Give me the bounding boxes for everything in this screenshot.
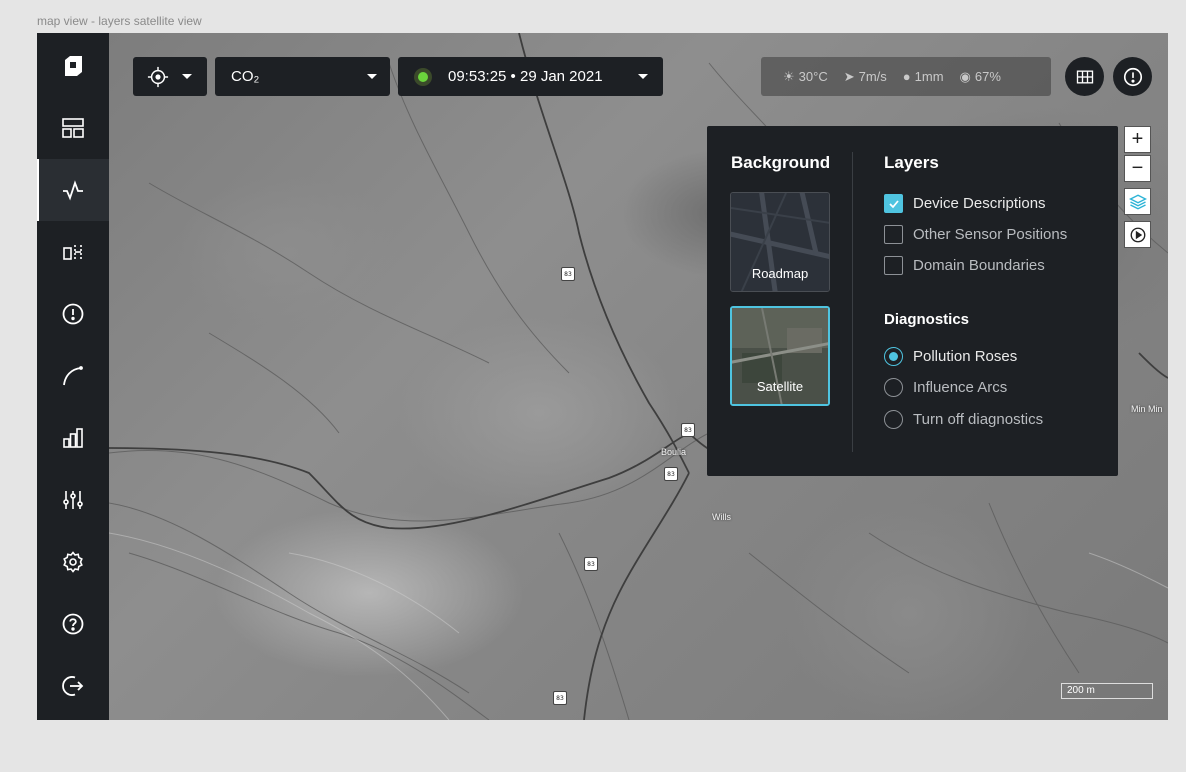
background-label: Satellite [756,379,804,394]
dashboard-icon [62,118,84,138]
scale-bar: 200 m [1061,683,1153,699]
radio-selected[interactable] [884,347,903,366]
sidebar-item-logout[interactable] [37,655,109,717]
weather-rain: ● 1mm [902,69,944,84]
road-shield: 83 [561,267,575,281]
live-indicator-icon [414,67,432,86]
chevron-down-icon [182,74,192,79]
layers-panel: Background Roadmap Satellite Layers Devi… [707,126,1118,476]
diagnostic-label: Pollution Roses [913,348,1018,365]
diagnostic-label: Influence Arcs [913,379,1008,396]
sliders-icon [63,491,83,509]
sidebar-item-alerts[interactable] [37,283,109,345]
drop-icon: ● [902,69,911,84]
layer-label: Domain Boundaries [913,257,1045,274]
background-option-roadmap[interactable]: Roadmap [730,192,830,292]
layers-icon [1128,193,1147,210]
sidebar-item-routes[interactable] [37,345,109,407]
sidebar-item-dashboard[interactable] [37,97,109,159]
diagnostic-option[interactable]: Pollution Roses [884,347,1017,366]
wind-icon: ➤ [843,68,855,84]
layers-button[interactable] [1124,188,1151,215]
alert-circle-icon [1123,67,1142,86]
sidebar-item-help[interactable] [37,593,109,655]
zoom-out-button[interactable]: − [1124,155,1151,182]
gear-icon [63,551,83,573]
alert-icon [62,303,84,325]
pulse-icon [63,180,83,201]
help-icon [62,613,84,635]
road-shield: 83 [664,467,678,481]
sidebar-item-controls[interactable] [37,469,109,531]
sidebar-item-analytics[interactable] [37,407,109,469]
sun-icon: ☀ [783,68,795,84]
frame-label: map view - layers satellite view [37,14,202,28]
place-label: Wills [712,512,731,522]
zoom-in-button[interactable]: + [1124,126,1151,153]
time-select[interactable]: 09:53:25 • 29 Jan 2021 [398,57,663,96]
weather-temperature: ☀ 30°C [783,68,828,85]
weather-humidity: ◉ 67% [959,68,1001,85]
route-icon [63,366,83,386]
check-icon [888,199,899,208]
alerts-button[interactable] [1113,57,1152,96]
pollutant-select[interactable]: CO₂ [215,57,390,96]
place-label: Min Min [1131,404,1163,414]
play-button[interactable] [1124,221,1151,248]
bar-chart-icon [63,428,83,448]
sidebar-item-map[interactable] [37,159,109,221]
sidebar [37,33,109,720]
pollutant-label: CO₂ [231,68,260,85]
logo[interactable] [37,35,109,97]
app-window: 83 83 83 83 83 Boulia Wills Min Min 200 … [37,33,1168,720]
checkbox-checked[interactable] [884,194,903,213]
background-label: Roadmap [751,266,809,281]
diagnostics-title: Diagnostics [884,311,970,328]
logout-icon [62,676,84,696]
sidebar-item-devices[interactable] [37,221,109,283]
layers-title: Layers [884,153,939,172]
place-label: Boulia [661,447,687,457]
road-shield: 83 [584,557,598,571]
logo-icon [65,56,82,76]
layer-label: Device Descriptions [913,195,1046,212]
layer-option[interactable]: Device Descriptions [884,194,1046,213]
grid-view-button[interactable] [1065,57,1104,96]
background-option-satellite[interactable]: Satellite [730,306,830,406]
layer-option[interactable]: Other Sensor Positions [884,225,1067,244]
layer-label: Other Sensor Positions [913,226,1068,243]
layer-option[interactable]: Domain Boundaries [884,256,1045,275]
diagnostic-option[interactable]: Influence Arcs [884,378,1007,397]
chevron-down-icon [638,74,648,79]
location-dropdown[interactable] [133,57,207,96]
diagnostic-option[interactable]: Turn off diagnostics [884,410,1043,429]
diagnostic-label: Turn off diagnostics [913,411,1044,428]
grid-icon [1076,70,1093,83]
devices-icon [63,245,82,260]
checkbox-unchecked[interactable] [884,225,903,244]
radio-unselected[interactable] [884,378,903,397]
radio-unselected[interactable] [884,410,903,429]
divider [852,152,853,452]
weather-bar: ☀ 30°C ➤ 7m/s ● 1mm ◉ 67% [761,57,1051,96]
sidebar-item-settings[interactable] [37,531,109,593]
crosshair-icon [147,66,169,87]
checkbox-unchecked[interactable] [884,256,903,275]
background-title: Background [731,153,831,172]
play-icon [1130,227,1145,242]
time-label: 09:53:25 • 29 Jan 2021 [448,68,603,85]
humidity-icon: ◉ [959,68,971,84]
road-shield: 83 [553,691,567,705]
road-shield: 83 [681,423,695,437]
chevron-down-icon [367,74,377,79]
weather-wind: ➤ 7m/s [843,68,887,85]
